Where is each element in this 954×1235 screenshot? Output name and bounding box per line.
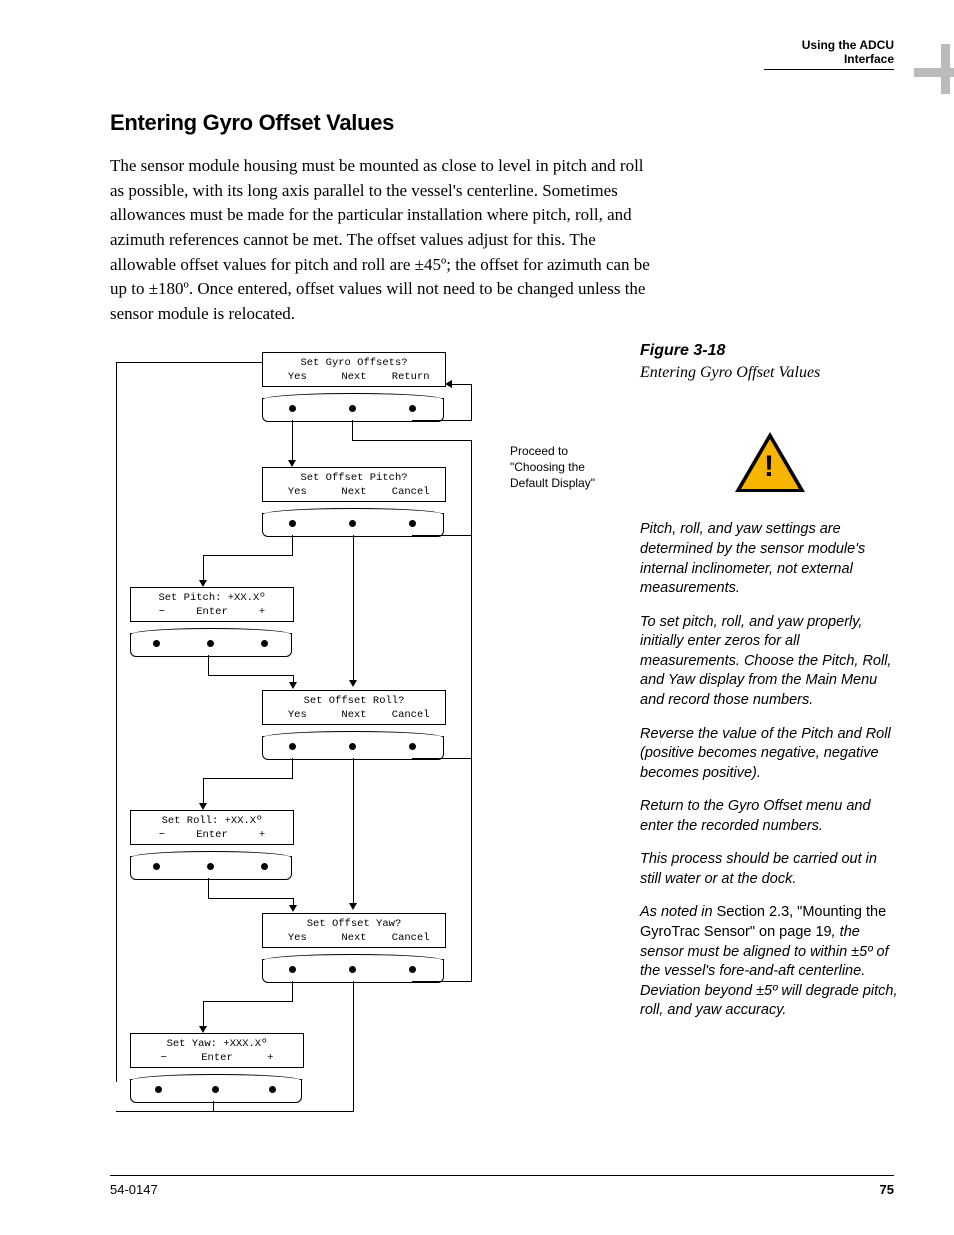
sidebar-note: Return to the Gyro Offset menu and enter… [640, 797, 900, 836]
warning-icon: ! [735, 432, 805, 492]
sidebar-note: This process should be carried out in st… [640, 850, 900, 889]
box-title: Set Pitch: +XX.Xº [137, 592, 287, 604]
figure-label: Figure 3-18 [640, 342, 900, 360]
box-title: Set Yaw: +XXX.Xº [137, 1038, 297, 1050]
flowchart: Set Gyro Offsets? YesNextReturn Proceed … [110, 342, 600, 1162]
flow-box-set-offset-yaw: Set Offset Yaw? YesNextCancel [262, 913, 446, 948]
sidebar-note: As noted in Section 2.3, "Mounting the G… [640, 903, 900, 1020]
sidebar-note: Pitch, roll, and yaw settings are determ… [640, 520, 900, 598]
flow-box-set-pitch-value: Set Pitch: +XX.Xº −Enter+ [130, 587, 294, 622]
box-title: Set Offset Yaw? [269, 918, 439, 930]
page-title: Entering Gyro Offset Values [110, 110, 890, 136]
flow-box-set-offset-pitch: Set Offset Pitch? YesNextCancel [262, 467, 446, 502]
box-title: Set Offset Pitch? [269, 472, 439, 484]
button-panel [130, 633, 292, 657]
section-header: Using the ADCU Interface [764, 38, 894, 70]
sidebar-note: To set pitch, roll, and yaw properly, in… [640, 613, 900, 711]
box-title: Set Roll: +XX.Xº [137, 815, 287, 827]
flow-box-set-gyro-offsets: Set Gyro Offsets? YesNextReturn [262, 352, 446, 387]
flow-box-set-yaw-value: Set Yaw: +XXX.Xº −Enter+ [130, 1033, 304, 1068]
flow-box-set-offset-roll: Set Offset Roll? YesNextCancel [262, 690, 446, 725]
button-panel [130, 1079, 302, 1103]
button-panel [262, 398, 444, 422]
intro-paragraph: The sensor module housing must be mounte… [110, 154, 650, 326]
callout-text: Proceed to "Choosing the Default Display… [510, 444, 610, 491]
flow-box-set-roll-value: Set Roll: +XX.Xº −Enter+ [130, 810, 294, 845]
box-title: Set Gyro Offsets? [269, 357, 439, 369]
button-panel [262, 959, 444, 983]
page-number: 75 [880, 1182, 894, 1197]
figure-caption: Entering Gyro Offset Values [640, 364, 900, 382]
doc-number: 54-0147 [110, 1182, 158, 1197]
box-title: Set Offset Roll? [269, 695, 439, 707]
sidebar-note: Reverse the value of the Pitch and Roll … [640, 725, 900, 784]
button-panel [130, 856, 292, 880]
button-panel [262, 736, 444, 760]
page-footer: 54-0147 75 [110, 1175, 894, 1197]
button-panel [262, 513, 444, 537]
